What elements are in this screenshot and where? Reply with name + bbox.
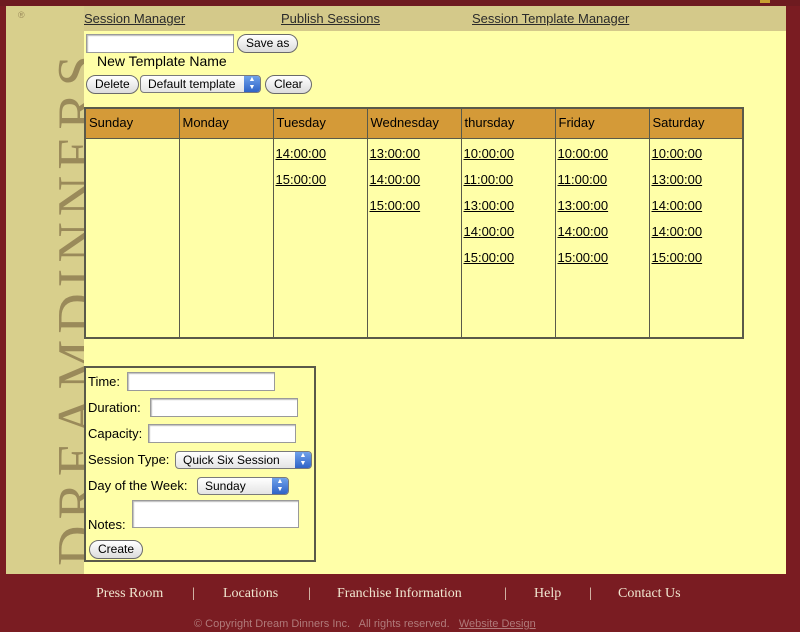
session-time-link[interactable]: 13:00:00 — [652, 171, 741, 197]
day-cell-sunday — [84, 137, 180, 339]
session-time-link[interactable]: 14:00:00 — [652, 197, 741, 223]
footer-separator: | — [192, 586, 195, 601]
website-design-link[interactable]: Website Design — [459, 618, 536, 630]
select-arrows-icon: ▲ ▼ — [244, 76, 260, 92]
session-time-link[interactable]: 14:00:00 — [652, 223, 741, 249]
brand-column: ® DREAMDINNERS — [6, 6, 84, 574]
day-header: Friday — [554, 107, 650, 139]
session-type-select[interactable]: Quick Six Session ▲ ▼ — [175, 451, 312, 469]
select-arrows-icon: ▲ ▼ — [295, 452, 311, 468]
day-cell-tuesday: 14:00:00 15:00:00 — [272, 137, 368, 339]
template-select-value: Default template — [148, 77, 236, 91]
day-of-week-select[interactable]: Sunday ▲ ▼ — [197, 477, 289, 495]
session-time-link[interactable]: 15:00:00 — [276, 171, 365, 197]
nav-publish-sessions[interactable]: Publish Sessions — [281, 11, 380, 26]
clear-button[interactable]: Clear — [265, 75, 312, 94]
session-time-link[interactable]: 14:00:00 — [370, 171, 459, 197]
session-time-link[interactable]: 10:00:00 — [558, 145, 647, 171]
footer-separator: | — [589, 586, 592, 601]
delete-button[interactable]: Delete — [86, 75, 139, 94]
session-time-link[interactable]: 14:00:00 — [276, 145, 365, 171]
footer-link-press-room[interactable]: Press Room — [96, 586, 163, 602]
session-time-link[interactable]: 10:00:00 — [464, 145, 553, 171]
session-time-link[interactable]: 15:00:00 — [464, 249, 553, 275]
top-navigation: Session Manager Publish Sessions Session… — [84, 6, 786, 31]
day-cell-saturday: 10:00:00 13:00:00 14:00:00 14:00:00 15:0… — [648, 137, 744, 339]
day-header: Wednesday — [366, 107, 462, 139]
day-cell-friday: 10:00:00 11:00:00 13:00:00 14:00:00 15:0… — [554, 137, 650, 339]
session-type-value: Quick Six Session — [183, 453, 280, 467]
copyright-text: © Copyright Dream Dinners Inc. All right… — [194, 618, 450, 630]
session-time-link[interactable]: 15:00:00 — [370, 197, 459, 223]
create-button[interactable]: Create — [89, 540, 144, 559]
template-select[interactable]: Default template ▲ ▼ — [140, 75, 261, 93]
day-header: Monday — [178, 107, 274, 139]
nav-session-template-manager[interactable]: Session Template Manager — [472, 11, 629, 26]
day-of-week-label: Day of the Week: — [88, 478, 188, 493]
capacity-label: Capacity: — [88, 426, 143, 441]
nav-session-manager[interactable]: Session Manager — [84, 11, 185, 26]
footer-separator: | — [504, 586, 507, 601]
session-time-link[interactable]: 11:00:00 — [464, 171, 553, 197]
save-as-button[interactable]: Save as — [237, 34, 299, 53]
session-time-link[interactable]: 15:00:00 — [652, 249, 741, 275]
session-time-link[interactable]: 13:00:00 — [558, 197, 647, 223]
day-cell-wednesday: 13:00:00 14:00:00 15:00:00 — [366, 137, 462, 339]
session-time-link[interactable]: 11:00:00 — [558, 171, 647, 197]
select-arrows-icon: ▲ ▼ — [272, 478, 288, 494]
footer-link-help[interactable]: Help — [534, 586, 561, 602]
session-time-link[interactable]: 10:00:00 — [652, 145, 741, 171]
session-time-link[interactable]: 14:00:00 — [464, 223, 553, 249]
schedule-times-row: 14:00:00 15:00:00 13:00:00 14:00:00 15:0… — [84, 137, 744, 339]
template-name-input[interactable] — [86, 34, 234, 53]
day-header: Tuesday — [272, 107, 368, 139]
footer: Press Room | Locations | Franchise Infor… — [0, 574, 800, 632]
notes-label: Notes: — [88, 517, 126, 532]
footer-separator: | — [308, 586, 311, 601]
footer-copyright: © Copyright Dream Dinners Inc. All right… — [194, 618, 536, 630]
time-input[interactable] — [127, 372, 275, 391]
session-time-link[interactable]: 13:00:00 — [464, 197, 553, 223]
create-session-form: Time: Duration: Capacity: Session Type: … — [84, 366, 316, 562]
session-time-link[interactable]: 15:00:00 — [558, 249, 647, 275]
day-cell-monday — [178, 137, 274, 339]
session-type-label: Session Type: — [88, 452, 170, 467]
day-of-week-value: Sunday — [205, 479, 246, 493]
schedule-header-row: Sunday Monday Tuesday Wednesday thursday… — [84, 107, 744, 139]
time-label: Time: — [88, 374, 121, 389]
day-header: Saturday — [648, 107, 744, 139]
footer-link-franchise-information[interactable]: Franchise Information — [337, 586, 462, 602]
duration-label: Duration: — [88, 400, 141, 415]
session-time-link[interactable]: 14:00:00 — [558, 223, 647, 249]
main-content: Session Manager Publish Sessions Session… — [84, 6, 786, 574]
decoration — [760, 0, 770, 3]
day-cell-thursday: 10:00:00 11:00:00 13:00:00 14:00:00 15:0… — [460, 137, 556, 339]
capacity-input[interactable] — [148, 424, 296, 443]
duration-input[interactable] — [150, 398, 298, 417]
notes-textarea[interactable] — [132, 500, 299, 528]
new-template-label: New Template Name — [97, 53, 227, 69]
brand-logo: DREAMDINNERS — [47, 49, 84, 566]
footer-link-contact-us[interactable]: Contact Us — [618, 586, 681, 602]
session-time-link[interactable]: 13:00:00 — [370, 145, 459, 171]
registered-mark: ® — [18, 10, 25, 20]
day-header: Sunday — [84, 107, 180, 139]
schedule-table: Sunday Monday Tuesday Wednesday thursday… — [84, 107, 744, 339]
footer-link-locations[interactable]: Locations — [223, 586, 278, 602]
day-header: thursday — [460, 107, 556, 139]
